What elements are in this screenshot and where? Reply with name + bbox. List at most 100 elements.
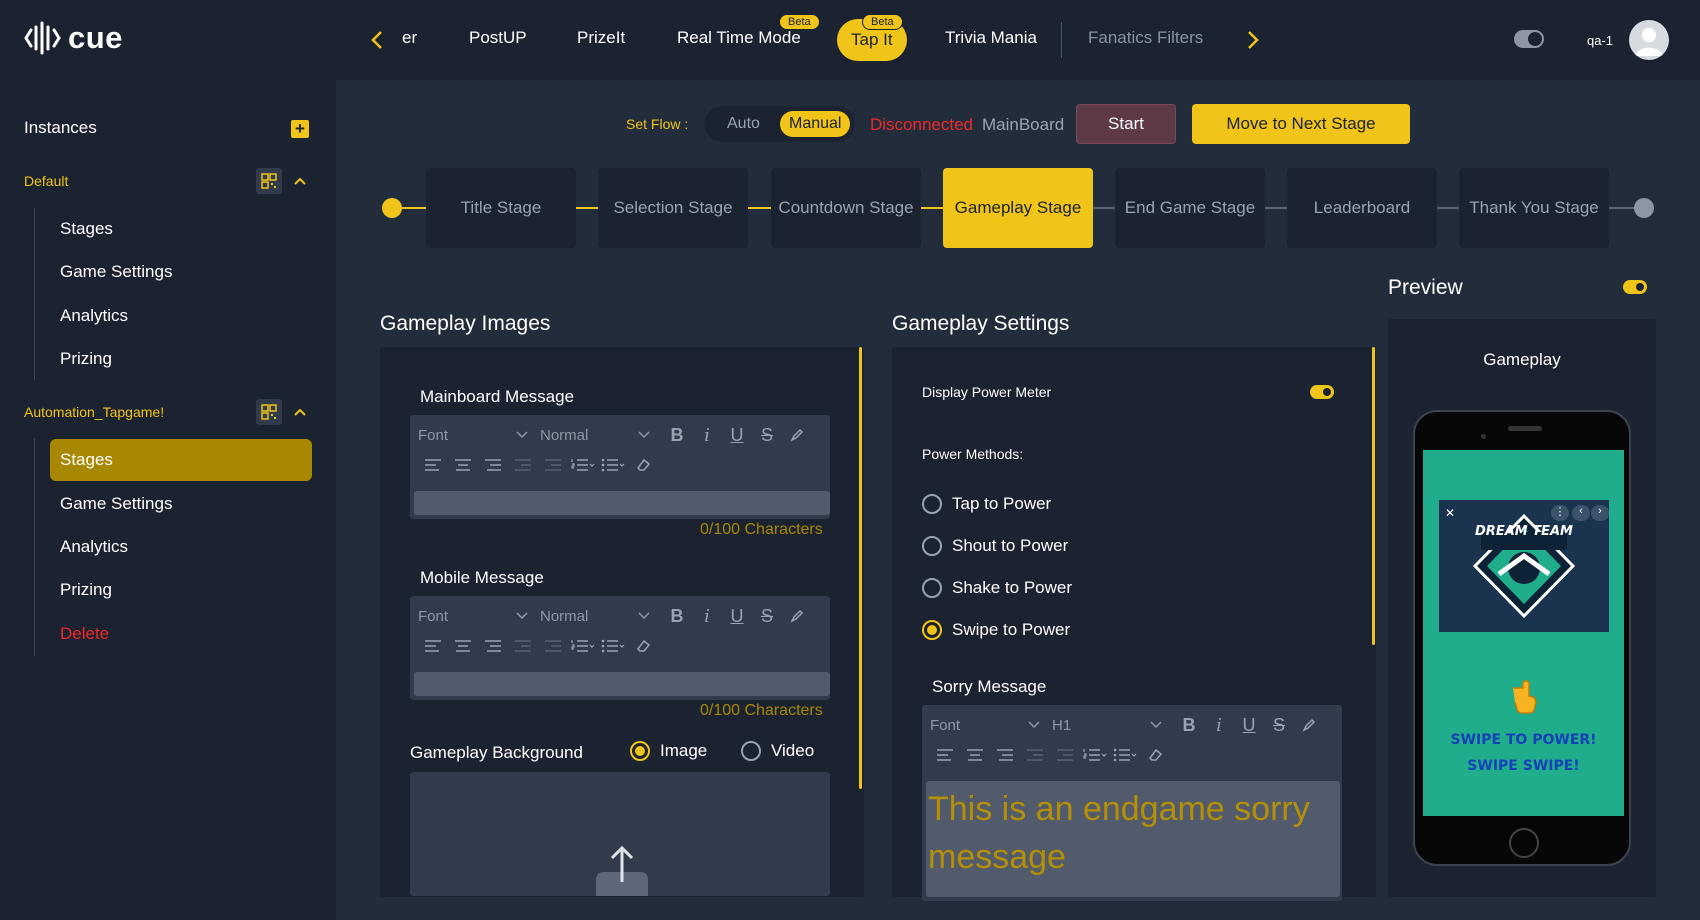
bullet-list-icon[interactable] — [598, 634, 628, 658]
highlighter-icon[interactable] — [782, 423, 812, 447]
mainboard-message-input[interactable] — [414, 491, 830, 515]
clear-format-icon[interactable] — [1140, 743, 1170, 767]
align-right-icon[interactable] — [478, 453, 508, 477]
shout-to-power-radio[interactable]: Shout to Power — [922, 536, 1068, 556]
bold-icon[interactable]: B — [662, 423, 692, 447]
indent-icon[interactable] — [538, 453, 568, 477]
highlighter-icon[interactable] — [782, 604, 812, 628]
qr-code-icon[interactable] — [256, 399, 282, 425]
italic-icon[interactable]: i — [1204, 713, 1234, 737]
align-left-icon[interactable] — [418, 634, 448, 658]
stage-end-game[interactable]: End Game Stage — [1115, 168, 1265, 248]
tabs-prev-arrow-icon[interactable] — [365, 26, 389, 54]
tap-to-power-radio[interactable]: Tap to Power — [922, 494, 1051, 514]
move-to-next-stage-button[interactable]: Move to Next Stage — [1192, 104, 1410, 144]
bold-icon[interactable]: B — [1174, 713, 1204, 737]
scrollbar[interactable] — [1372, 347, 1375, 645]
tab-fanatics-filters[interactable]: Fanatics Filters — [1088, 28, 1203, 48]
tabs-next-arrow-icon[interactable] — [1241, 26, 1265, 54]
start-button[interactable]: Start — [1076, 104, 1176, 144]
strikethrough-icon[interactable]: S — [1264, 713, 1294, 737]
add-instance-button[interactable]: + — [291, 120, 309, 138]
bold-icon[interactable]: B — [662, 604, 692, 628]
chevron-up-icon[interactable] — [290, 402, 310, 422]
sorry-message-input[interactable]: This is an endgame sorry message — [926, 781, 1340, 897]
delete-instance-link[interactable]: Delete — [60, 624, 109, 644]
outdent-icon[interactable] — [508, 453, 538, 477]
stage-thank-you[interactable]: Thank You Stage — [1459, 168, 1609, 248]
bullet-list-icon[interactable] — [598, 453, 628, 477]
flow-auto-option[interactable]: Auto — [718, 111, 769, 137]
ordered-list-icon[interactable] — [568, 634, 598, 658]
stage-selection[interactable]: Selection Stage — [598, 168, 748, 248]
stage-title[interactable]: Title Stage — [426, 168, 576, 248]
tab-er[interactable]: er — [402, 28, 417, 48]
scrollbar[interactable] — [859, 347, 862, 789]
align-left-icon[interactable] — [418, 453, 448, 477]
default-analytics-link[interactable]: Analytics — [60, 306, 128, 326]
align-left-icon[interactable] — [930, 743, 960, 767]
outdent-icon[interactable] — [1020, 743, 1050, 767]
underline-icon[interactable]: U — [722, 604, 752, 628]
align-center-icon[interactable] — [448, 634, 478, 658]
tab-real-time-mode[interactable]: Real Time Mode — [677, 28, 801, 48]
stage-gameplay[interactable]: Gameplay Stage — [943, 168, 1093, 248]
underline-icon[interactable]: U — [722, 423, 752, 447]
outdent-icon[interactable] — [508, 634, 538, 658]
ordered-list-icon[interactable] — [568, 453, 598, 477]
highlighter-icon[interactable] — [1294, 713, 1324, 737]
app-logo[interactable]: cue — [24, 20, 123, 56]
swipe-to-power-radio[interactable]: Swipe to Power — [922, 620, 1070, 640]
chevron-up-icon[interactable] — [290, 171, 310, 191]
automation-game-settings-link[interactable]: Game Settings — [60, 494, 172, 514]
tab-trivia-mania[interactable]: Trivia Mania — [945, 28, 1037, 48]
font-select[interactable]: Font — [418, 427, 528, 444]
automation-stages-link[interactable]: Stages — [50, 439, 312, 481]
default-stages-link[interactable]: Stages — [60, 219, 113, 239]
theme-toggle[interactable] — [1514, 30, 1544, 48]
qr-code-icon[interactable] — [256, 168, 282, 194]
strikethrough-icon[interactable]: S — [752, 604, 782, 628]
background-image-radio[interactable]: Image — [630, 741, 707, 761]
italic-icon[interactable]: i — [692, 423, 722, 447]
size-select[interactable]: Normal — [540, 427, 650, 444]
automation-prizing-link[interactable]: Prizing — [60, 580, 112, 600]
automation-analytics-link[interactable]: Analytics — [60, 537, 128, 557]
preview-toggle[interactable] — [1623, 280, 1647, 294]
flow-manual-option[interactable]: Manual — [780, 111, 851, 137]
tab-postup[interactable]: PostUP — [469, 28, 527, 48]
indent-icon[interactable] — [1050, 743, 1080, 767]
align-right-icon[interactable] — [990, 743, 1020, 767]
default-game-settings-link[interactable]: Game Settings — [60, 262, 172, 282]
font-select[interactable]: Font — [930, 717, 1040, 734]
mobile-message-input[interactable] — [414, 672, 830, 696]
align-center-icon[interactable] — [960, 743, 990, 767]
instance-default-label[interactable]: Default — [24, 173, 68, 189]
background-upload-area[interactable] — [410, 772, 830, 896]
underline-icon[interactable]: U — [1234, 713, 1264, 737]
stage-countdown[interactable]: Countdown Stage — [771, 168, 921, 248]
avatar[interactable] — [1629, 20, 1669, 60]
instance-automation-label[interactable]: Automation_Tapgame! — [24, 404, 164, 420]
heading-select[interactable]: H1 — [1052, 717, 1162, 734]
italic-icon[interactable]: i — [692, 604, 722, 628]
shake-to-power-radio[interactable]: Shake to Power — [922, 578, 1072, 598]
size-select[interactable]: Normal — [540, 608, 650, 625]
background-video-radio[interactable]: Video — [741, 741, 814, 761]
clear-format-icon[interactable] — [628, 634, 658, 658]
font-select[interactable]: Font — [418, 608, 528, 625]
stage-leaderboard[interactable]: Leaderboard — [1287, 168, 1437, 248]
power-meter-toggle[interactable] — [1310, 385, 1334, 399]
tab-prizeit[interactable]: PrizeIt — [577, 28, 625, 48]
indent-icon[interactable] — [538, 634, 568, 658]
ordered-list-icon[interactable] — [1080, 743, 1110, 767]
bullet-list-icon[interactable] — [1110, 743, 1140, 767]
clear-format-icon[interactable] — [628, 453, 658, 477]
align-center-icon[interactable] — [448, 453, 478, 477]
close-icon[interactable]: ✕ — [1445, 506, 1455, 520]
flow-switch[interactable]: Auto Manual — [705, 106, 855, 142]
align-right-icon[interactable] — [478, 634, 508, 658]
strikethrough-icon[interactable]: S — [752, 423, 782, 447]
default-prizing-link[interactable]: Prizing — [60, 349, 112, 369]
chevron-right-icon[interactable]: › — [1591, 505, 1609, 521]
